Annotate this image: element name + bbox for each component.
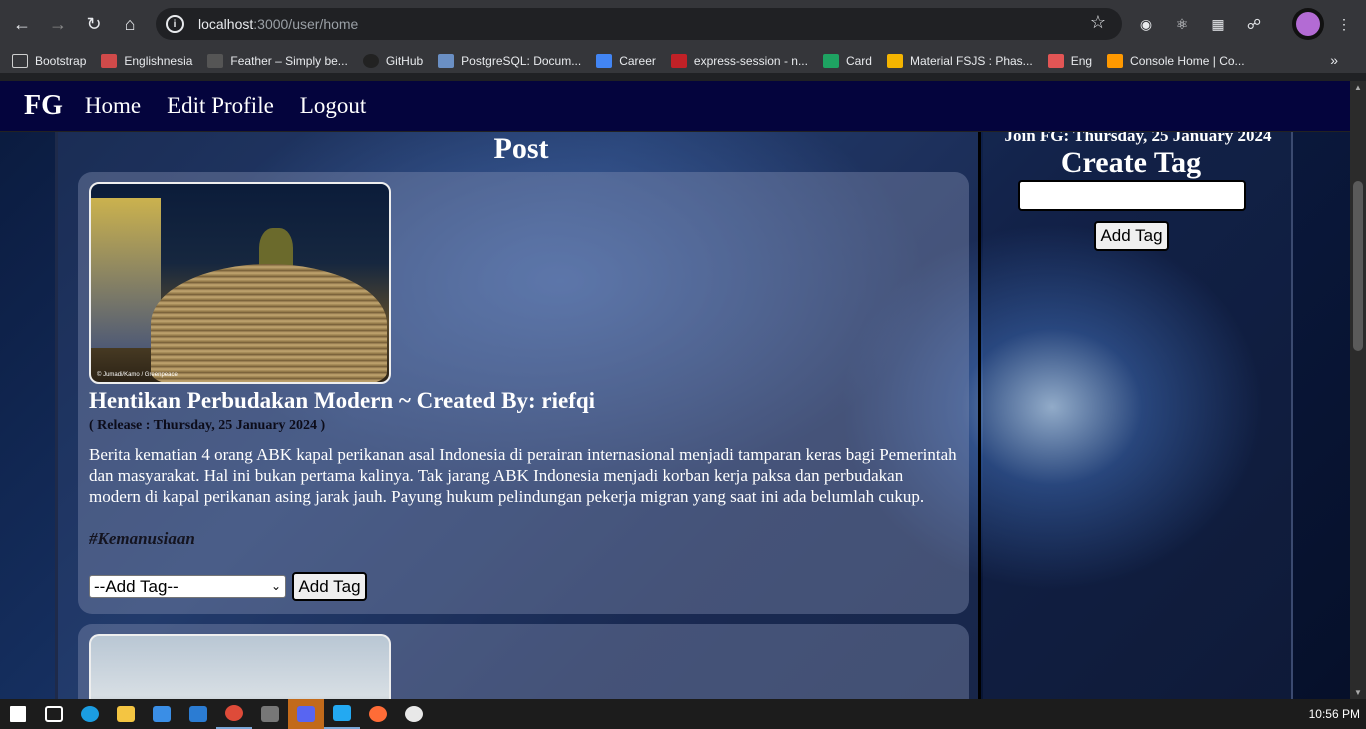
bookmark-material-fsjs[interactable]: Material FSJS : Phas... bbox=[886, 53, 1033, 68]
bookmark-eng[interactable]: Eng bbox=[1047, 53, 1092, 68]
extensions-icon[interactable]: ☍ bbox=[1242, 12, 1266, 36]
nav-home-link[interactable]: Home bbox=[85, 93, 141, 119]
windows-taskbar: 10:56 PM bbox=[0, 699, 1366, 729]
chrome-icon[interactable] bbox=[216, 699, 252, 729]
forward-icon[interactable]: → bbox=[40, 6, 76, 42]
post-image: © Jumadi/Kamo / Greenpeace bbox=[89, 182, 391, 384]
scroll-up-icon[interactable]: ▲ bbox=[1354, 83, 1362, 92]
site-info-icon[interactable]: i bbox=[166, 15, 184, 33]
bookmark-star-icon[interactable]: ☆ bbox=[1090, 12, 1106, 33]
brand-logo[interactable]: FG bbox=[24, 90, 63, 122]
posts-heading: Post bbox=[493, 132, 549, 165]
docs-icon bbox=[596, 53, 613, 68]
page-viewport: FG Home Edit Profile Logout Post © Jumad… bbox=[0, 81, 1350, 699]
bookmark-card[interactable]: Card bbox=[822, 53, 872, 68]
back-icon[interactable]: ← bbox=[4, 6, 40, 42]
bookmark-englishnesia[interactable]: Englishnesia bbox=[101, 53, 192, 68]
site-navbar: FG Home Edit Profile Logout bbox=[0, 81, 1350, 132]
start-icon[interactable] bbox=[0, 699, 36, 729]
calculator-icon[interactable] bbox=[252, 699, 288, 729]
sidebar: Join FG: Thursday, 25 January 2024 Creat… bbox=[983, 126, 1293, 699]
nav-logout-link[interactable]: Logout bbox=[300, 93, 366, 119]
bookmark-express-session[interactable]: express-session - n... bbox=[670, 53, 808, 68]
mail-icon[interactable] bbox=[180, 699, 216, 729]
postgresql-icon bbox=[438, 53, 455, 68]
url-text: localhost:3000/user/home bbox=[198, 16, 359, 32]
bookmark-feather[interactable]: Feather – Simply be... bbox=[207, 53, 348, 68]
sheets-icon bbox=[822, 53, 839, 68]
englishnesia-icon bbox=[101, 53, 118, 68]
post-add-tag-button[interactable]: Add Tag bbox=[292, 572, 367, 601]
bookmark-github[interactable]: GitHub bbox=[362, 53, 423, 68]
postman-icon[interactable] bbox=[360, 699, 396, 729]
profile-avatar[interactable] bbox=[1292, 8, 1324, 40]
scroll-down-icon[interactable]: ▼ bbox=[1354, 688, 1362, 697]
create-tag-title: Create Tag bbox=[1060, 146, 1202, 179]
bookmarks-bar: Bootstrap Englishnesia Feather – Simply … bbox=[0, 48, 1366, 74]
discord-icon[interactable] bbox=[288, 699, 324, 729]
posts-column: Post © Jumadi/Kamo / Greenpeace Hentikan… bbox=[55, 132, 981, 699]
bookmark-postgresql[interactable]: PostgreSQL: Docum... bbox=[438, 53, 581, 68]
image-credit: © Jumadi/Kamo / Greenpeace bbox=[97, 372, 178, 378]
post-card bbox=[78, 624, 969, 699]
chevron-down-icon: ⌄ bbox=[270, 579, 281, 593]
scrollbar-thumb[interactable] bbox=[1353, 181, 1363, 351]
home-icon[interactable]: ⌂ bbox=[112, 6, 148, 42]
bookmark-console-home[interactable]: Console Home | Co... bbox=[1107, 53, 1245, 68]
feather-icon bbox=[207, 53, 224, 68]
browser-toolbar: ← → ↻ ⌂ i localhost:3000/user/home ☆ ◉ ⚛… bbox=[0, 0, 1366, 48]
add-tag-select[interactable]: --Add Tag-- ⌄ bbox=[89, 575, 286, 598]
github-icon bbox=[362, 53, 379, 68]
post-release-date: ( Release : Thursday, 25 January 2024 ) bbox=[89, 418, 326, 433]
post-image bbox=[89, 634, 391, 699]
task-view-icon[interactable] bbox=[36, 699, 72, 729]
post-card: © Jumadi/Kamo / Greenpeace Hentikan Perb… bbox=[78, 172, 969, 614]
adblock-icon[interactable]: ◉ bbox=[1134, 12, 1158, 36]
post-tag: #Kemanusiaan bbox=[89, 529, 195, 548]
more-bookmarks-icon[interactable]: » bbox=[1330, 52, 1338, 68]
taskbar-clock: 10:56 PM bbox=[1308, 707, 1360, 721]
file-explorer-icon[interactable] bbox=[108, 699, 144, 729]
react-devtools-icon[interactable]: ⚛ bbox=[1170, 12, 1194, 36]
nav-edit-profile-link[interactable]: Edit Profile bbox=[167, 93, 274, 119]
eng-icon bbox=[1047, 53, 1064, 68]
bookmark-career[interactable]: Career bbox=[596, 53, 656, 68]
drive-icon bbox=[886, 53, 903, 68]
translate-icon[interactable]: ▦ bbox=[1206, 12, 1230, 36]
edge-icon[interactable] bbox=[72, 699, 108, 729]
reload-icon[interactable]: ↻ bbox=[76, 6, 112, 42]
menu-icon[interactable]: ⋮ bbox=[1332, 12, 1356, 36]
aws-icon bbox=[1107, 53, 1124, 68]
create-tag-button[interactable]: Add Tag bbox=[1094, 221, 1169, 251]
post-body: Berita kematian 4 orang ABK kapal perika… bbox=[89, 445, 957, 506]
app-icon[interactable] bbox=[396, 699, 432, 729]
post-title: Hentikan Perbudakan Modern ~ Created By:… bbox=[89, 388, 596, 413]
npm-icon bbox=[670, 53, 687, 68]
vscode-icon[interactable] bbox=[324, 699, 360, 729]
page-scrollbar[interactable]: ▲ ▼ bbox=[1350, 81, 1366, 699]
folder-icon bbox=[12, 53, 28, 68]
address-bar[interactable]: i localhost:3000/user/home ☆ bbox=[156, 8, 1122, 40]
bookmark-bootstrap[interactable]: Bootstrap bbox=[12, 53, 86, 68]
store-icon[interactable] bbox=[144, 699, 180, 729]
tag-name-input[interactable] bbox=[1018, 180, 1246, 211]
